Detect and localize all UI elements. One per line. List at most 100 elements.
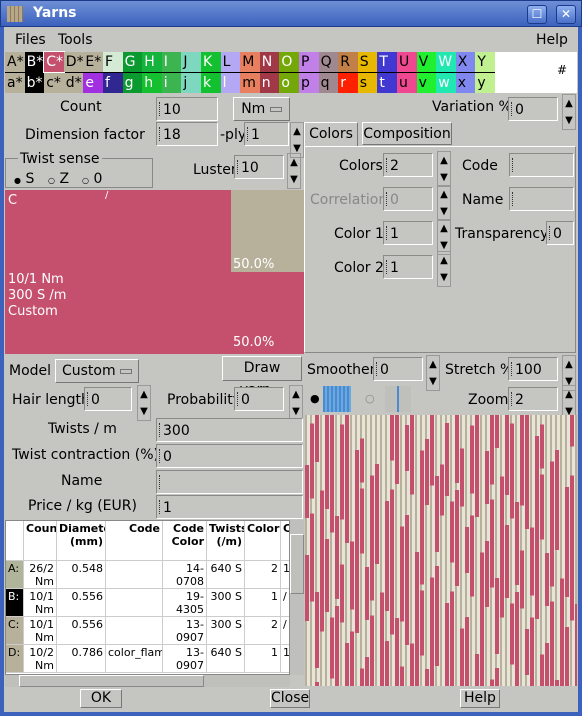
menu-help[interactable]: Help: [536, 32, 568, 48]
palette-swatch[interactable]: p: [299, 73, 319, 93]
table-cell[interactable]: 0.786: [57, 645, 106, 673]
color2-spinner[interactable]: ▲ ▼: [437, 251, 451, 287]
table-cell[interactable]: 0.556: [57, 589, 106, 617]
palette-swatch[interactable]: U: [397, 52, 417, 72]
palette-swatch[interactable]: P: [299, 52, 319, 72]
palette-swatch[interactable]: f: [103, 73, 123, 93]
palette-swatch[interactable]: T: [377, 52, 397, 72]
color1-spinner[interactable]: ▲ ▼: [437, 219, 451, 255]
color-name-input[interactable]: [509, 187, 574, 211]
table-cell[interactable]: 2: [245, 561, 281, 589]
color2-input[interactable]: 1: [383, 255, 433, 279]
palette-swatch[interactable]: b*: [24, 73, 45, 93]
palette-swatch[interactable]: d*: [63, 73, 84, 93]
table-cell[interactable]: color_flame: [106, 645, 163, 673]
code-input[interactable]: [509, 153, 574, 177]
palette-swatch[interactable]: C*: [43, 51, 65, 73]
palette-swatch[interactable]: F: [103, 52, 123, 72]
table-cell[interactable]: 10/1 Nm: [24, 589, 57, 617]
table-cell[interactable]: 14-0708: [163, 561, 207, 589]
palette-swatch[interactable]: D*: [63, 52, 84, 72]
table-cell[interactable]: 640 S: [207, 645, 245, 673]
unit-select[interactable]: Nm: [233, 97, 290, 121]
palette-swatch[interactable]: q: [318, 73, 339, 93]
count-input[interactable]: 10: [156, 97, 218, 121]
table-vertical-scrollbar[interactable]: [290, 520, 304, 675]
column-header[interactable]: Count: [24, 521, 57, 561]
palette-swatch[interactable]: O: [279, 52, 299, 72]
draw-yarn-button[interactable]: Draw yarn...: [222, 356, 302, 398]
name-input[interactable]: [156, 470, 303, 494]
palette-swatch[interactable]: e: [83, 73, 103, 93]
smoothen-spinner[interactable]: ▲ ▼: [426, 355, 440, 391]
view-mode-radio-line[interactable]: ○: [365, 392, 375, 405]
table-cell[interactable]: 10/1 Nm: [24, 617, 57, 645]
variation-spinner[interactable]: ▲ ▼: [562, 94, 576, 130]
palette-swatch[interactable]: M: [240, 52, 260, 72]
twist-z-radio[interactable]: ○ Z: [48, 171, 69, 187]
variation-input[interactable]: 0: [508, 97, 558, 121]
palette-swatch[interactable]: k: [201, 73, 221, 93]
twist-s-radio[interactable]: ● S: [14, 171, 34, 187]
palette-swatch[interactable]: s: [357, 73, 378, 93]
palette-swatch[interactable]: R: [338, 52, 358, 72]
help-button[interactable]: Help: [460, 689, 500, 708]
table-horizontal-scrollbar[interactable]: [5, 675, 290, 687]
column-header[interactable]: Diameter (mm): [57, 521, 106, 561]
palette-swatch[interactable]: n: [259, 73, 280, 93]
column-header[interactable]: Code: [106, 521, 163, 561]
twists-input[interactable]: 300: [156, 418, 303, 442]
row-header[interactable]: D:: [6, 645, 24, 673]
contraction-input[interactable]: 0: [156, 444, 303, 468]
table-cell[interactable]: 10/2 Nm: [24, 645, 57, 673]
palette-swatch[interactable]: I: [161, 52, 182, 72]
table-cell[interactable]: 10: [281, 645, 289, 673]
palette-swatch[interactable]: u: [397, 73, 417, 93]
view-mode-radio-full[interactable]: ●: [310, 392, 320, 405]
table-cell[interactable]: 0.548: [57, 561, 106, 589]
column-header[interactable]: Twists (/m): [207, 521, 245, 561]
palette-swatch[interactable]: B*: [24, 52, 45, 72]
ply-input[interactable]: 1: [244, 122, 289, 146]
model-select[interactable]: Custom: [55, 359, 139, 383]
smoothen-input[interactable]: 0: [373, 357, 423, 381]
close-window-button[interactable]: ✕: [556, 5, 576, 24]
luster-input[interactable]: 10: [234, 155, 284, 179]
tab-colors[interactable]: Colors: [304, 122, 358, 147]
palette-swatch[interactable]: r: [338, 73, 358, 93]
column-header[interactable]: C: [281, 521, 289, 561]
table-cell[interactable]: 300 S: [207, 589, 245, 617]
column-header[interactable]: Colors: [245, 521, 281, 561]
menu-tools[interactable]: Tools: [58, 32, 93, 48]
palette-swatch[interactable]: Y: [475, 52, 495, 72]
twist-0-radio[interactable]: ○ 0: [82, 171, 102, 187]
palette-swatch[interactable]: N: [259, 52, 280, 72]
colors-count-input[interactable]: 2: [383, 153, 433, 177]
stretch-input[interactable]: 100: [508, 357, 558, 381]
column-header[interactable]: [6, 521, 24, 561]
palette-swatch[interactable]: Q: [318, 52, 339, 72]
close-button[interactable]: Close: [270, 689, 310, 708]
dimension-input[interactable]: 18: [156, 122, 218, 146]
table-cell[interactable]: 1: [245, 645, 281, 673]
hair-length-spinner[interactable]: ▲ ▼: [137, 385, 151, 421]
ok-button[interactable]: OK: [80, 689, 122, 708]
palette-swatch[interactable]: V: [416, 52, 437, 72]
palette-swatch[interactable]: x: [455, 73, 476, 93]
correlation-input[interactable]: 0: [383, 187, 433, 211]
palette-swatch[interactable]: g: [122, 73, 143, 93]
table-cell[interactable]: 2: [245, 617, 281, 645]
transparency-input[interactable]: 0: [546, 221, 574, 245]
table-cell[interactable]: 1: [245, 589, 281, 617]
probability-spinner[interactable]: ▲ ▼: [289, 385, 303, 421]
maximize-button[interactable]: ☐: [527, 5, 547, 24]
table-cell[interactable]: 300 S: [207, 617, 245, 645]
palette-swatch[interactable]: K: [201, 52, 221, 72]
table-cell[interactable]: 640 S: [207, 561, 245, 589]
menu-files[interactable]: Files: [15, 32, 46, 48]
table-cell[interactable]: [106, 561, 163, 589]
tab-composition[interactable]: Composition: [362, 122, 452, 145]
palette-swatch[interactable]: W: [436, 52, 456, 72]
palette-swatch[interactable]: v: [416, 73, 437, 93]
palette-swatch[interactable]: y: [475, 73, 495, 93]
